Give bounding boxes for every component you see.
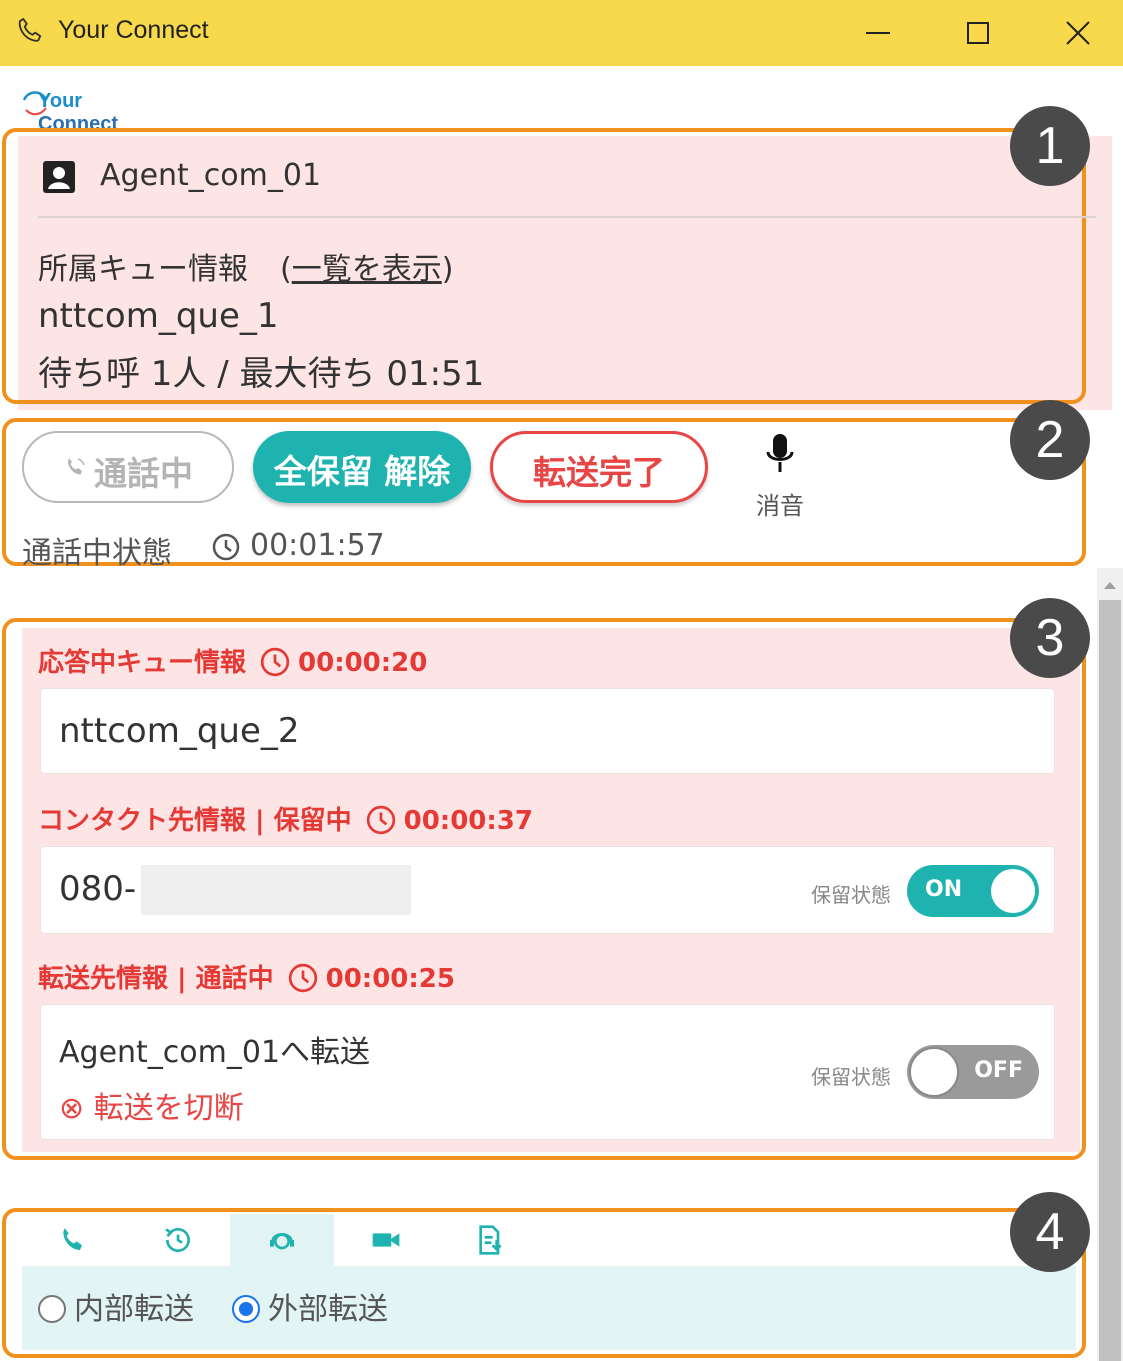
contact-card-icon (42, 160, 76, 194)
tab-phone[interactable] (22, 1214, 126, 1266)
maximize-button[interactable] (948, 8, 1008, 58)
app-logo: Your Connect (20, 84, 160, 135)
clock-icon (212, 533, 240, 561)
close-button[interactable] (1048, 8, 1108, 58)
hold-state-label: 保留状態 (811, 883, 891, 907)
tab-video[interactable] (334, 1214, 438, 1266)
call-timer: 00:01:57 (212, 528, 385, 563)
scrollbar-thumb[interactable] (1099, 600, 1121, 1361)
show-list-link[interactable]: (一覧を表示) (280, 244, 453, 288)
transfer-hold-toggle[interactable]: OFF (907, 1045, 1039, 1099)
badge-4: 4 (1010, 1192, 1090, 1272)
answering-queue-value: nttcom_que_2 (59, 711, 300, 751)
tab-history[interactable] (126, 1214, 230, 1266)
wait-info: 待ち呼 1人 / 最大待ち 01:51 (38, 354, 485, 394)
clock-icon (260, 647, 290, 677)
agent-support-icon (270, 1233, 294, 1250)
contact-header: コンタクト先情報 | 保留中 00:00:37 (38, 805, 533, 836)
answering-queue-header: 応答中キュー情報 00:00:20 (38, 647, 428, 678)
microphone-icon (766, 434, 794, 472)
document-icon (479, 1225, 502, 1255)
complete-transfer-button[interactable]: 転送完了 (490, 431, 708, 503)
transfer-target-card: Agent_com_01へ転送 ⊗ 転送を切断 保留状態 OFF (40, 1004, 1055, 1140)
call-status-label: 通話中状態 (22, 536, 172, 571)
handset-icon (64, 455, 88, 483)
badge-3: 3 (1010, 598, 1090, 678)
phone-icon (14, 14, 48, 48)
contact-hold-toggle[interactable]: ON (907, 865, 1039, 917)
history-icon (165, 1228, 190, 1252)
scroll-up-icon[interactable] (1101, 578, 1119, 592)
queue-info-label: 所属キュー情報 (38, 252, 248, 287)
video-icon (372, 1233, 400, 1247)
transfer-target-value: Agent_com_01へ転送 (59, 1035, 371, 1070)
agent-name: Agent_com_01 (100, 158, 322, 193)
in-call-button[interactable]: 通話中 (22, 431, 234, 503)
disconnect-transfer-link[interactable]: ⊗ 転送を切断 (59, 1083, 244, 1127)
clock-icon (288, 963, 317, 993)
release-hold-all-button[interactable]: 全保留 解除 (253, 431, 471, 503)
tab-agent-support[interactable] (230, 1214, 334, 1266)
divider (38, 216, 1096, 218)
answering-queue-card: nttcom_que_2 (40, 688, 1055, 774)
tab-document[interactable] (438, 1214, 542, 1266)
minimize-button[interactable] (848, 8, 908, 58)
phone-icon (63, 1228, 82, 1250)
clock-icon (366, 805, 395, 835)
hold-state-label: 保留状態 (811, 1065, 891, 1089)
contact-card: 080- 保留状態 ON (40, 846, 1055, 934)
badge-1: 1 (1010, 106, 1090, 186)
internal-transfer-radio[interactable]: 内部転送 (38, 1284, 194, 1328)
redacted-number (141, 865, 411, 915)
queue-name: nttcom_que_1 (38, 296, 279, 336)
title-bar: Your Connect (0, 0, 1123, 66)
badge-2: 2 (1010, 400, 1090, 480)
transfer-target-header: 転送先情報 | 通話中 00:00:25 (38, 963, 455, 994)
mute-button[interactable]: 消音 (745, 432, 815, 522)
contact-number: 080- (59, 869, 137, 909)
window-title: Your Connect (58, 16, 209, 44)
external-transfer-radio[interactable]: 外部転送 (232, 1284, 388, 1328)
